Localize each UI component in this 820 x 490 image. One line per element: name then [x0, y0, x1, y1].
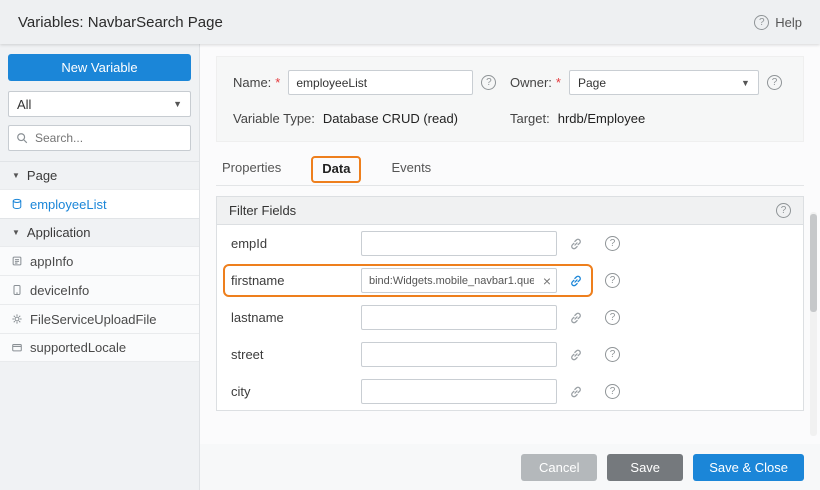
filter-input-lastname[interactable] — [361, 305, 557, 330]
filter-field-label: lastname — [231, 310, 361, 325]
bind-link-icon[interactable] — [569, 237, 583, 251]
filter-fields-header: Filter Fields ? — [217, 197, 803, 225]
owner-field-group: Owner: * Page ▼ ? — [510, 70, 787, 95]
app-info-icon — [11, 255, 23, 267]
name-label: Name: — [233, 75, 271, 90]
name-input[interactable] — [288, 70, 473, 95]
tree-item-label: employeeList — [30, 197, 107, 212]
filter-field-label: city — [231, 384, 361, 399]
name-field-group: Name: * ? — [233, 70, 510, 95]
annotation-highlight: firstname × — [223, 264, 593, 297]
tab-properties[interactable]: Properties — [222, 160, 281, 185]
filter-field-label: empId — [231, 236, 361, 251]
filter-row-lastname: lastname ? — [217, 299, 803, 336]
variable-filter-value: All — [17, 97, 31, 112]
owner-label: Owner: — [510, 75, 552, 90]
bind-link-icon[interactable] — [569, 274, 583, 288]
help-icon[interactable]: ? — [605, 347, 620, 362]
help-icon: ? — [754, 15, 769, 30]
filter-row-city: city ? — [217, 373, 803, 410]
help-icon[interactable]: ? — [605, 310, 620, 325]
bind-link-icon[interactable] — [569, 348, 583, 362]
scrollbar-thumb[interactable] — [810, 214, 817, 312]
tree-item-label: appInfo — [30, 254, 73, 269]
variable-icon — [11, 198, 23, 210]
chevron-down-icon: ▼ — [173, 99, 182, 109]
dialog-header: Variables: NavbarSearch Page ? Help — [0, 0, 820, 44]
owner-select[interactable]: Page ▼ — [569, 70, 759, 95]
annotation-highlight: Data — [311, 156, 361, 183]
variable-tree: ▼ Page employeeList ▼ Application — [0, 161, 199, 362]
variable-summary-form: Name: * ? Owner: * Page ▼ ? — [216, 56, 804, 142]
collapse-arrow-icon: ▼ — [12, 171, 20, 180]
variable-type-label: Variable Type: — [233, 111, 315, 126]
filter-input-firstname[interactable] — [361, 268, 557, 293]
tree-item-appinfo[interactable]: appInfo — [0, 246, 199, 275]
tree-item-fileserviceuploadfile[interactable]: FileServiceUploadFile — [0, 304, 199, 333]
tree-item-deviceinfo[interactable]: deviceInfo — [0, 275, 199, 304]
tree-item-label: FileServiceUploadFile — [30, 312, 156, 327]
filter-input-empid[interactable] — [361, 231, 557, 256]
help-label: Help — [775, 15, 802, 30]
tree-group-application[interactable]: ▼ Application — [0, 218, 199, 246]
help-icon[interactable]: ? — [481, 75, 496, 90]
chevron-down-icon: ▼ — [741, 78, 750, 88]
tree-group-page[interactable]: ▼ Page — [0, 161, 199, 189]
save-and-close-button[interactable]: Save & Close — [693, 454, 804, 481]
save-button[interactable]: Save — [607, 454, 683, 481]
tab-data[interactable]: Data — [311, 156, 361, 185]
clear-icon[interactable]: × — [543, 274, 551, 288]
file-service-icon — [11, 313, 23, 325]
tab-events[interactable]: Events — [391, 160, 431, 185]
dialog-footer: Cancel Save Save & Close — [200, 444, 820, 490]
detail-tabs: Properties Data Events — [216, 142, 804, 186]
filter-fields-panel: Filter Fields ? empId ? — [216, 196, 804, 411]
tree-item-employeelist[interactable]: employeeList — [0, 189, 199, 218]
cancel-button[interactable]: Cancel — [521, 454, 597, 481]
page-title: Variables: NavbarSearch Page — [18, 14, 223, 31]
target-group: Target: hrdb/Employee — [510, 111, 787, 126]
vertical-scrollbar[interactable] — [810, 212, 817, 436]
help-icon[interactable]: ? — [776, 203, 791, 218]
bind-link-icon[interactable] — [569, 385, 583, 399]
bind-link-icon[interactable] — [569, 311, 583, 325]
variables-sidebar: New Variable All ▼ ▼ Page — [0, 44, 200, 490]
variable-filter-dropdown[interactable]: All ▼ — [8, 91, 191, 117]
device-info-icon — [11, 284, 23, 296]
required-mark: * — [556, 75, 561, 90]
tree-item-label: supportedLocale — [30, 340, 126, 355]
required-mark: * — [275, 75, 280, 90]
tree-item-supportedlocale[interactable]: supportedLocale — [0, 333, 199, 362]
owner-select-value: Page — [578, 76, 606, 90]
search-icon — [16, 132, 28, 144]
filter-field-label: street — [231, 347, 361, 362]
search-input[interactable] — [33, 130, 183, 146]
variable-type-value: Database CRUD (read) — [323, 111, 458, 126]
variable-detail-area: Name: * ? Owner: * Page ▼ ? — [200, 44, 820, 444]
sidebar-search-box — [8, 125, 191, 151]
help-icon[interactable]: ? — [605, 384, 620, 399]
help-icon[interactable]: ? — [605, 236, 620, 251]
variable-type-group: Variable Type: Database CRUD (read) — [233, 111, 510, 126]
filter-fields-title: Filter Fields — [229, 203, 296, 218]
locale-icon — [11, 342, 23, 354]
target-value: hrdb/Employee — [558, 111, 645, 126]
target-label: Target: — [510, 111, 550, 126]
new-variable-button[interactable]: New Variable — [8, 54, 191, 81]
filter-row-empid: empId ? — [217, 225, 803, 262]
filter-row-street: street ? — [217, 336, 803, 373]
variables-dialog: Variables: NavbarSearch Page ? Help New … — [0, 0, 820, 490]
help-icon[interactable]: ? — [767, 75, 782, 90]
help-button[interactable]: ? Help — [754, 15, 802, 30]
collapse-arrow-icon: ▼ — [12, 228, 20, 237]
tree-group-label: Page — [27, 168, 57, 183]
tree-group-label: Application — [27, 225, 91, 240]
filter-row-firstname: firstname × ? — [217, 262, 803, 299]
help-icon[interactable]: ? — [605, 273, 620, 288]
filter-input-street[interactable] — [361, 342, 557, 367]
tree-item-label: deviceInfo — [30, 283, 89, 298]
filter-input-city[interactable] — [361, 379, 557, 404]
filter-field-label: firstname — [231, 273, 361, 288]
